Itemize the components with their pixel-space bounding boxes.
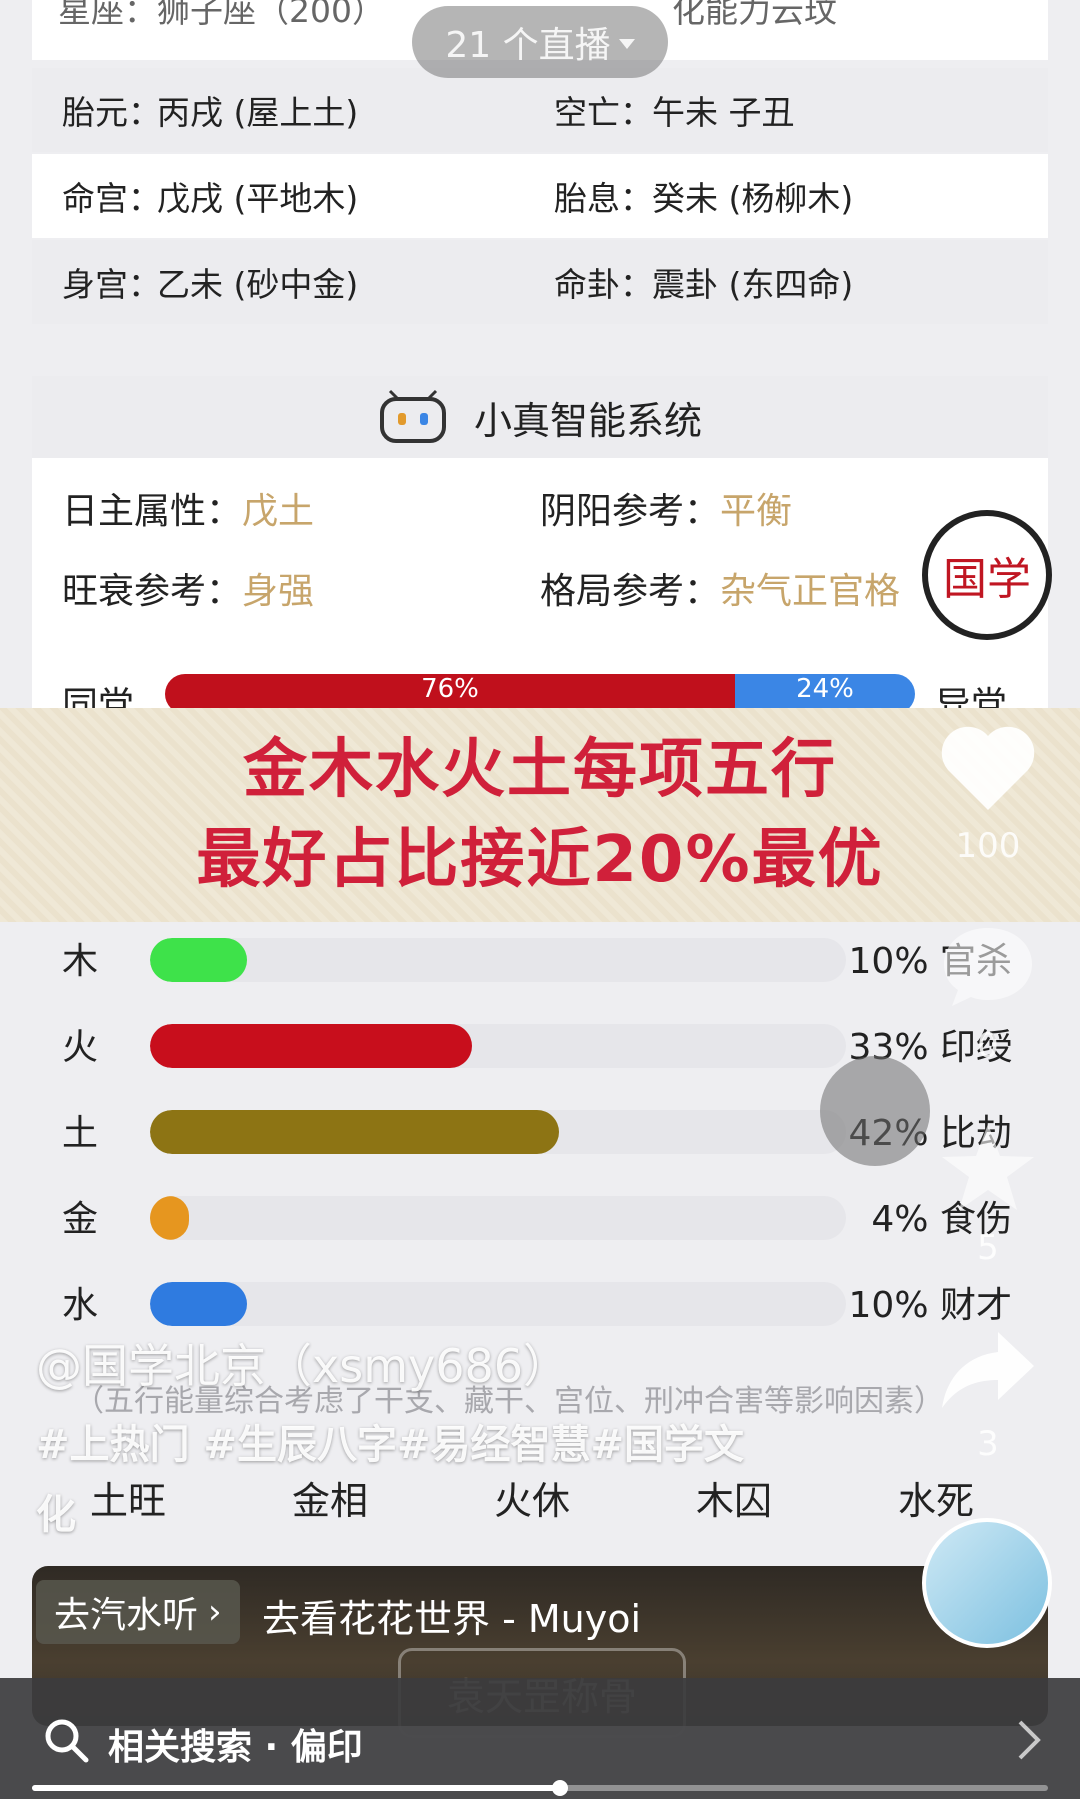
element-bar-track	[150, 1282, 846, 1326]
info-value: 戊戌 (平地木)	[157, 179, 359, 218]
element-bar-track	[150, 938, 846, 982]
music-title[interactable]: 去看花花世界 - Muyoi	[262, 1588, 641, 1643]
info-row-minggong: 命宫： 戊戌 (平地木) 胎息： 癸未 (杨柳木)	[32, 154, 1048, 238]
element-bar-track	[150, 1024, 846, 1068]
info-value: 丙戌 (屋上土)	[157, 93, 359, 132]
attr-yinyang: 阴阳参考：平衡	[540, 482, 792, 534]
banner-line-1: 金木水火土每项五行	[243, 733, 837, 807]
element-bar-fill	[150, 1282, 247, 1326]
music-source-button[interactable]: 去汽水听 ›	[36, 1580, 240, 1644]
info-label: 胎息：	[554, 179, 653, 218]
season-item: 火休	[494, 1479, 571, 1523]
element-percent: 10%	[848, 941, 929, 982]
attr-rizhu: 日主属性：戊土	[62, 482, 314, 534]
account-avatar[interactable]: 国学	[922, 510, 1052, 640]
info-label: 命宫：	[62, 179, 161, 218]
element-percent: 10%	[848, 1285, 929, 1326]
element-bar-fill	[150, 938, 247, 982]
attr-value: 平衡	[720, 491, 793, 532]
chevron-right-icon[interactable]	[1014, 1718, 1044, 1762]
info-label: 身宫：	[62, 265, 161, 304]
search-icon	[45, 1719, 89, 1763]
favorite-count: 5	[977, 1228, 999, 1268]
attr-wangshuai: 旺衰参考：身强	[62, 562, 314, 614]
hashtags-line-1[interactable]: #上热门 #生辰八字#易经智慧#国学文	[36, 1412, 744, 1470]
share-count: 3	[977, 1424, 999, 1464]
attr-label: 旺衰参考：	[62, 571, 243, 612]
element-name: 木	[62, 941, 99, 982]
logo-text: 国学	[943, 554, 1031, 605]
banner-line-2: 最好占比接近20%最优	[196, 823, 884, 897]
info-value: 癸未 (杨柳木)	[652, 179, 854, 218]
element-name: 火	[62, 1027, 99, 1068]
hashtags-line-2[interactable]: 化	[36, 1482, 76, 1540]
element-percent: 4%	[871, 1199, 929, 1240]
touch-indicator	[820, 1056, 930, 1166]
live-count-button[interactable]: 21 个直播	[412, 6, 668, 78]
ratio-right-pct: 24%	[796, 674, 854, 704]
info-row-shengong: 身宫： 乙未 (砂中金) 命卦： 震卦 (东四命)	[32, 240, 1048, 324]
season-item: 土旺	[90, 1479, 167, 1523]
info-label: 胎元：	[62, 93, 161, 132]
share-icon[interactable]	[938, 1328, 1038, 1412]
app-screen: 星座：狮子座（200） 化能力云玟 胎元： 丙戌 (屋上土) 空亡： 午未 子丑…	[0, 0, 1080, 1799]
chevron-right-icon: ›	[208, 1592, 222, 1632]
info-label: 命卦：	[554, 265, 653, 304]
live-count-label: 21 个直播	[445, 25, 611, 66]
partial-right-text: 化能力云玟	[672, 0, 837, 30]
element-bar-fill	[150, 1110, 559, 1154]
attr-value: 戊土	[242, 491, 315, 532]
info-label: 空亡：	[554, 93, 653, 132]
video-progress-fill	[32, 1785, 560, 1791]
comment-icon[interactable]	[938, 920, 1038, 1010]
author-handle[interactable]: @国学北京（xsmy686）	[36, 1330, 569, 1396]
partial-left-text: 星座：狮子座（200）	[58, 0, 385, 30]
info-row-taiyuan: 胎元： 丙戌 (屋上土) 空亡： 午未 子丑	[32, 68, 1048, 152]
info-value: 乙未 (砂中金)	[157, 265, 359, 304]
related-search-label: 相关搜索 · 偏印	[108, 1727, 363, 1768]
attr-label: 格局参考：	[540, 571, 721, 612]
element-row: 木10% 官杀	[32, 916, 1048, 1002]
element-bar-fill	[150, 1024, 472, 1068]
element-name: 金	[62, 1199, 99, 1240]
attr-geju: 格局参考：杂气正官格	[540, 562, 900, 614]
like-count: 100	[955, 826, 1021, 866]
element-value: 10% 财才	[849, 1276, 1012, 1328]
music-disc-avatar[interactable]	[922, 1518, 1052, 1648]
attr-value: 杂气正官格	[720, 571, 901, 612]
season-item: 水死	[898, 1479, 975, 1523]
element-name: 土	[62, 1113, 99, 1154]
music-source-label: 去汽水听	[54, 1595, 199, 1636]
comment-count: 0	[977, 1026, 999, 1066]
robot-icon	[379, 389, 446, 443]
heart-icon[interactable]	[938, 724, 1038, 814]
ratio-left-pct: 76%	[421, 674, 479, 704]
chevron-down-icon	[618, 39, 635, 49]
info-value: 午未 子丑	[652, 93, 795, 132]
element-bar-track	[150, 1196, 846, 1240]
attr-value: 身强	[242, 571, 315, 612]
system-title: 小真智能系统	[473, 398, 702, 443]
season-item: 金相	[292, 1479, 369, 1523]
element-name: 水	[62, 1285, 99, 1326]
system-header: 小真智能系统	[32, 376, 1048, 458]
video-progress-handle[interactable]	[552, 1780, 568, 1796]
attr-label: 阴阳参考：	[540, 491, 721, 532]
attr-label: 日主属性：	[62, 491, 243, 532]
season-row: 土旺 金相 火休 木囚 水死	[32, 1462, 1048, 1528]
season-item: 木囚	[696, 1479, 773, 1523]
element-bar-fill	[150, 1196, 189, 1240]
caption-banner: 金木水火土每项五行 最好占比接近20%最优	[0, 708, 1080, 922]
info-value: 震卦 (东四命)	[652, 265, 854, 304]
element-row: 金 4% 食伤	[32, 1174, 1048, 1260]
star-icon[interactable]	[938, 1120, 1038, 1214]
element-bar-track	[150, 1110, 846, 1154]
element-god: 财才	[939, 1285, 1012, 1326]
